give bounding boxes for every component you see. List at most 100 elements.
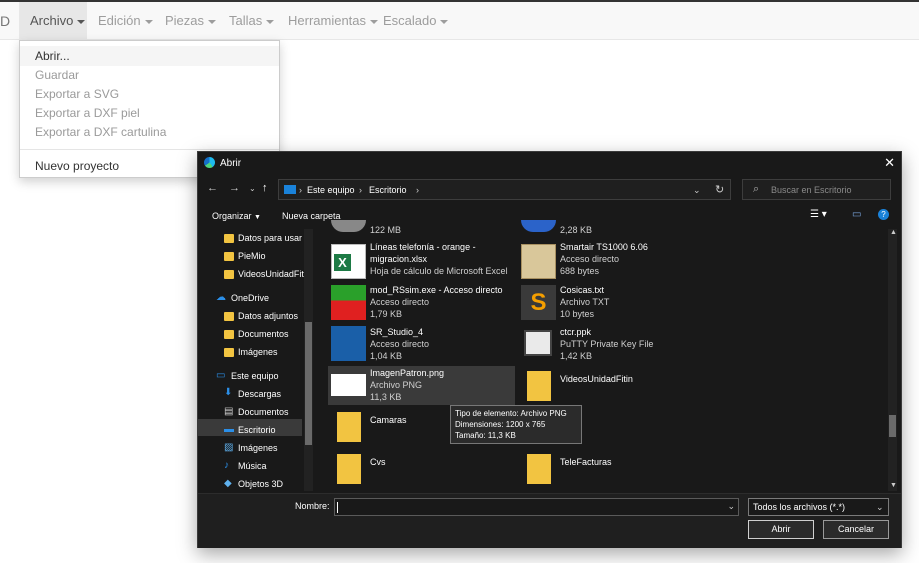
breadcrumb-este-equipo[interactable]: Este equipo <box>307 185 355 195</box>
menu-tallas[interactable]: Tallas <box>229 13 275 28</box>
file-icon-partial <box>521 220 556 232</box>
nav-item-documentos[interactable]: Documentos <box>238 407 289 417</box>
file-name-imagenpatron[interactable]: ImagenPatron.png <box>370 368 444 378</box>
file-name-cont[interactable]: migracion.xlsx <box>370 254 427 264</box>
menu-item-exportar-dxf-piel[interactable]: Exportar a DXF piel <box>35 106 140 120</box>
excel-icon[interactable]: X <box>331 244 366 279</box>
back-arrow-icon[interactable]: ← <box>207 182 218 194</box>
menu-edicion[interactable]: Edición <box>98 13 153 28</box>
caret-down-icon <box>370 19 379 24</box>
menu-herramientas[interactable]: Herramientas <box>288 13 379 28</box>
nav-item-descargas[interactable]: Descargas <box>238 389 281 399</box>
menu-archivo[interactable]: Archivo <box>30 13 86 28</box>
file-name[interactable]: Smartair TS1000 6.06 <box>560 242 648 252</box>
chevron-down-icon: ⌄ <box>876 502 884 512</box>
folder-name-telefacturas[interactable]: TeleFacturas <box>560 457 612 467</box>
cloud-icon: ☁ <box>216 292 226 303</box>
file-list-scroll-thumb[interactable] <box>889 415 896 437</box>
computer-icon <box>284 185 296 194</box>
chevron-down-icon[interactable]: ⌄ <box>693 185 701 196</box>
nav-item-objetos-3d[interactable]: Objetos 3D <box>238 479 283 489</box>
search-input[interactable]: Buscar en Escritorio <box>771 185 852 195</box>
nav-item-musica[interactable]: Música <box>238 461 267 471</box>
breadcrumb-escritorio[interactable]: Escritorio <box>369 185 407 195</box>
menu-item-exportar-dxf-cartulina[interactable]: Exportar a DXF cartulina <box>35 125 166 139</box>
file-icon-partial <box>331 220 366 232</box>
menu-escalado[interactable]: Escalado <box>383 13 449 28</box>
shortcut-icon[interactable] <box>331 326 366 361</box>
chevron-down-icon[interactable]: ⌄ <box>727 501 735 512</box>
folder-icon[interactable] <box>527 371 551 401</box>
cube-icon: ◆ <box>224 478 232 489</box>
file-name[interactable]: Cosicas.txt <box>560 285 604 295</box>
file-size: 1,42 KB <box>560 351 593 361</box>
nav-item-escritorio[interactable]: Escritorio <box>238 425 276 435</box>
file-type: PuTTY Private Key File <box>560 339 654 349</box>
file-list-scrollbar[interactable] <box>888 229 897 491</box>
folder-name-cvs[interactable]: Cvs <box>370 457 386 467</box>
app-shortcut-icon[interactable] <box>521 244 556 279</box>
desktop-icon: ▬ <box>224 424 234 435</box>
organize-button[interactable]: Organizar ▼ <box>212 211 261 221</box>
file-type: Archivo PNG <box>370 380 423 390</box>
file-name[interactable]: Líneas telefonía - orange - <box>370 242 476 252</box>
folder-name-videosunidadfitin[interactable]: VideosUnidadFitin <box>560 374 633 384</box>
folder-icon <box>224 252 234 261</box>
up-arrow-icon[interactable]: ↑ <box>262 182 268 194</box>
caret-down-icon <box>208 19 217 24</box>
app-brand[interactable]: D <box>0 13 10 29</box>
putty-icon[interactable] <box>524 330 552 356</box>
file-type-select[interactable]: Todos los archivos (*.*) ⌄ <box>748 498 889 516</box>
folder-name-camaras[interactable]: Camaras <box>370 415 407 425</box>
view-options-icon[interactable]: ☰ ▾ <box>810 209 827 220</box>
music-icon: ♪ <box>224 460 229 471</box>
caret-down-icon <box>77 19 86 24</box>
nav-pane-scroll-thumb[interactable] <box>305 322 312 445</box>
folder-icon <box>224 330 234 339</box>
folder-icon <box>224 270 234 279</box>
nav-item-datos-adjuntos[interactable]: Datos adjuntos <box>238 311 298 321</box>
chevron-down-icon[interactable]: ⌄ <box>249 184 256 193</box>
sublime-icon[interactable]: S <box>521 285 556 320</box>
png-thumbnail[interactable] <box>331 374 366 396</box>
menu-piezas[interactable]: Piezas <box>165 13 217 28</box>
folder-icon[interactable] <box>527 454 551 484</box>
refresh-icon[interactable]: ↻ <box>715 183 724 196</box>
folder-icon[interactable] <box>337 412 361 442</box>
nav-item-imagenes-onedrive[interactable]: Imágenes <box>238 347 278 357</box>
preview-pane-icon[interactable]: ▭ <box>852 209 861 220</box>
file-name[interactable]: ctcr.ppk <box>560 327 591 337</box>
nav-item-videosunidadfit[interactable]: VideosUnidadFit <box>238 269 304 279</box>
excel-badge: X <box>334 254 351 271</box>
folder-icon <box>224 312 234 321</box>
forward-arrow-icon[interactable]: → <box>229 182 240 194</box>
file-size: 10 bytes <box>560 309 595 319</box>
scroll-up-icon[interactable]: ▲ <box>890 229 897 236</box>
file-size-partial: 122 MB <box>370 225 402 235</box>
file-name[interactable]: SR_Studio_4 <box>370 327 423 337</box>
filename-input[interactable]: ⌄ <box>334 498 739 516</box>
menu-item-nuevo-proyecto[interactable]: Nuevo proyecto <box>35 159 119 173</box>
nav-item-documentos-onedrive[interactable]: Documentos <box>238 329 289 339</box>
nav-item-datos-usar[interactable]: Datos para usar c <box>238 233 309 243</box>
nav-item-imagenes[interactable]: Imágenes <box>238 443 278 453</box>
nav-item-este-equipo[interactable]: Este equipo <box>231 371 279 381</box>
search-box[interactable]: ⌕ Buscar en Escritorio <box>742 179 891 200</box>
menu-item-guardar[interactable]: Guardar <box>35 68 79 82</box>
menu-item-abrir[interactable]: Abrir... <box>35 49 70 63</box>
open-button[interactable]: Abrir <box>748 520 814 539</box>
help-icon[interactable]: ? <box>878 209 889 220</box>
address-bar[interactable]: › Este equipo › Escritorio › ⌄ ↻ <box>278 179 731 200</box>
dialog-title: Abrir <box>220 158 242 169</box>
modbus-icon[interactable] <box>331 285 366 320</box>
caret-down-icon <box>144 19 153 24</box>
menu-item-exportar-svg[interactable]: Exportar a SVG <box>35 87 119 101</box>
file-name[interactable]: mod_RSsim.exe - Acceso directo <box>370 285 503 295</box>
cancel-button[interactable]: Cancelar <box>823 520 889 539</box>
nav-item-onedrive[interactable]: OneDrive <box>231 293 269 303</box>
scroll-down-icon[interactable]: ▼ <box>890 482 897 489</box>
folder-icon[interactable] <box>337 454 361 484</box>
nav-item-piemio[interactable]: PieMio <box>238 251 266 261</box>
close-icon[interactable]: ✕ <box>884 155 895 171</box>
breadcrumb-separator: › <box>359 185 362 195</box>
